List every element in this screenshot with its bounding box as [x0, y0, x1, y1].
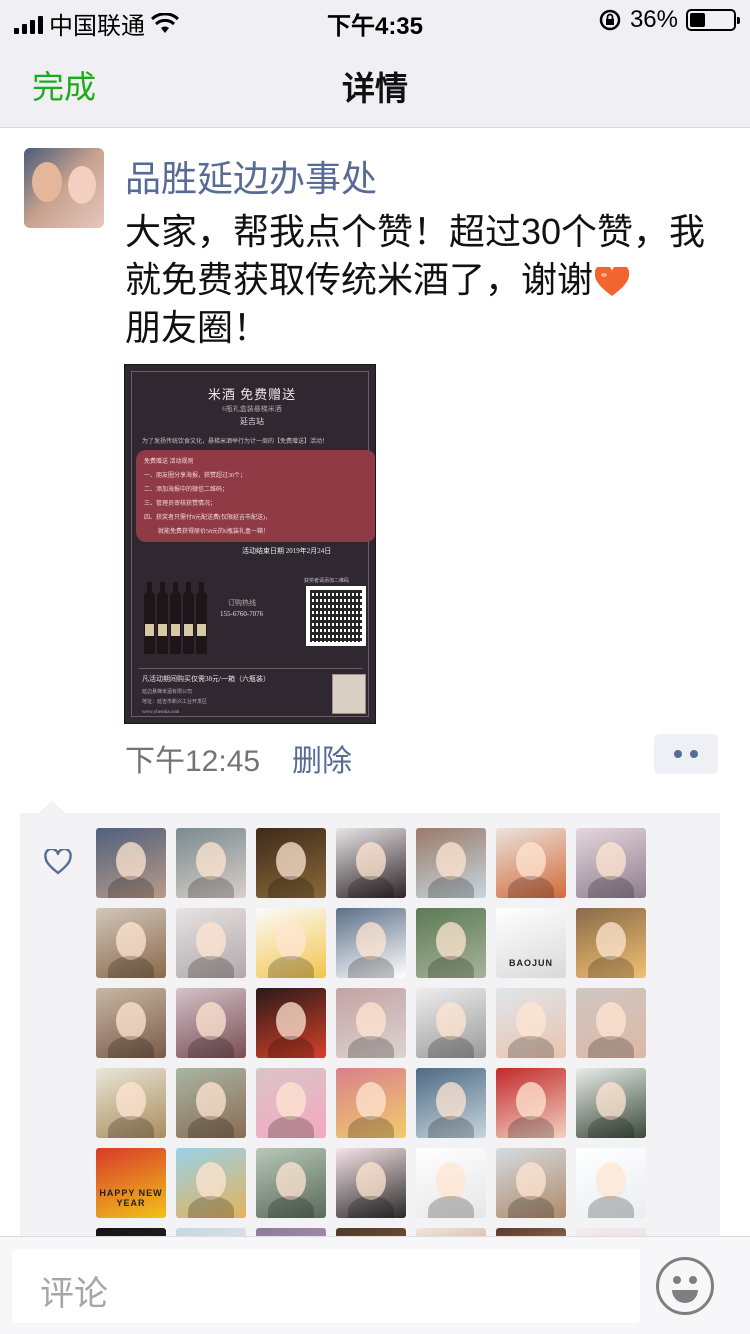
poster-rule: 三、管理员审核获赞情况；	[144, 501, 217, 507]
liker-avatar[interactable]	[576, 988, 646, 1058]
liker-avatar[interactable]	[496, 1148, 566, 1218]
liker-avatar[interactable]	[256, 828, 326, 898]
likers-grid: BAOJUN HAPPY NEW YEAR	[96, 828, 646, 1243]
liker-avatar[interactable]	[96, 908, 166, 978]
comment-placeholder: 评论	[40, 1275, 108, 1313]
liker-avatar[interactable]	[416, 828, 486, 898]
heart-outline-icon	[44, 849, 72, 875]
poster-footer-address: 地址：延吉市新兴工业开发区	[142, 700, 208, 705]
battery-icon	[686, 9, 740, 31]
liker-avatar[interactable]	[336, 1148, 406, 1218]
liker-avatar[interactable]	[336, 828, 406, 898]
liker-avatar[interactable]	[336, 908, 406, 978]
poster-frame: 米酒 免费赠送 6瓶礼盒装悬梯米酒 延吉站 为了发扬传统饮食文化，悬梯米酒举行为…	[131, 371, 375, 717]
liker-avatar-label: HAPPY NEW YEAR	[99, 1188, 163, 1208]
poster-qr-label: 获奖者请添加二维码	[304, 579, 350, 584]
liker-avatar[interactable]	[576, 828, 646, 898]
page-title: 详情	[342, 70, 408, 107]
smiley-icon	[672, 1276, 698, 1303]
rice-wine-bottles-image	[140, 582, 212, 654]
liker-avatar[interactable]	[576, 1148, 646, 1218]
poster-rule: 免费赠送 活动规则	[144, 459, 194, 465]
post-image[interactable]: 米酒 免费赠送 6瓶礼盒装悬梯米酒 延吉站 为了发扬传统饮食文化，悬梯米酒举行为…	[124, 364, 376, 724]
poster-deadline: 活动结束日期 2019年2月24日	[242, 547, 332, 555]
poster-rule: 四、获奖者只需付8元配送费(仅限延吉市配送)，	[144, 515, 271, 521]
orange-heart-emoji-icon	[595, 267, 630, 297]
liker-avatar[interactable]	[176, 908, 246, 978]
likes-panel: BAOJUN HAPPY NEW YEAR	[20, 813, 720, 1243]
liker-avatar[interactable]	[256, 988, 326, 1058]
liker-avatar[interactable]	[336, 1068, 406, 1138]
liker-avatar[interactable]: BAOJUN	[496, 908, 566, 978]
poster-phone: 155-6760-7076	[220, 610, 264, 618]
liker-avatar[interactable]	[416, 988, 486, 1058]
status-right: 36%	[598, 6, 740, 34]
poster-rule: 一、朋友圈分享海报，获赞超过30个；	[144, 473, 247, 479]
liker-avatar[interactable]	[576, 908, 646, 978]
post-timestamp: 下午12:45	[125, 745, 261, 778]
qr-code-icon	[306, 586, 366, 646]
author-name[interactable]: 品胜延边办事处	[125, 150, 377, 202]
liker-avatar[interactable]	[96, 988, 166, 1058]
poster-subtitle: 6瓶礼盒装悬梯米酒	[222, 405, 282, 413]
liker-avatar[interactable]	[176, 988, 246, 1058]
poster-location: 延吉站	[240, 417, 264, 426]
gift-box-image	[332, 674, 366, 714]
liker-avatar[interactable]	[96, 1068, 166, 1138]
post-text-suffix: 朋友圈！	[125, 307, 270, 348]
comment-bar: 评论	[0, 1236, 750, 1334]
poster-intro: 为了发扬传统饮食文化，悬梯米酒举行为计一周的【免费赠送】活动！	[142, 439, 329, 445]
liker-avatar[interactable]	[496, 1068, 566, 1138]
liker-avatar-label: BAOJUN	[508, 958, 553, 968]
author-avatar[interactable]	[24, 148, 104, 228]
poster-rules: 免费赠送 活动规则 一、朋友圈分享海报，获赞超过30个； 二、添加海报中的微信二…	[136, 450, 375, 542]
comment-input[interactable]: 评论	[12, 1249, 640, 1323]
poster-rule: 二、添加海报中的微信二维码；	[144, 487, 229, 493]
poster-title: 米酒 免费赠送	[207, 387, 297, 402]
likes-pointer	[38, 800, 66, 814]
liker-avatar[interactable]	[416, 908, 486, 978]
poster-divider	[138, 668, 362, 669]
liker-avatar[interactable]	[496, 828, 566, 898]
emoji-button[interactable]	[656, 1257, 714, 1315]
delete-button[interactable]: 删除	[292, 736, 352, 780]
liker-avatar[interactable]	[336, 988, 406, 1058]
poster-footer-price: 凡活动期间购买仅需38元/一箱（六瓶装）	[142, 675, 270, 683]
liker-avatar[interactable]	[256, 908, 326, 978]
rotation-lock-icon	[599, 9, 621, 31]
liker-avatar[interactable]	[496, 988, 566, 1058]
liker-avatar[interactable]	[416, 1068, 486, 1138]
liker-avatar[interactable]	[256, 1148, 326, 1218]
poster-hotline-label: 订购热线	[228, 599, 256, 607]
battery-percent: 36%	[629, 6, 678, 33]
status-bar: 中国联通 下午4:35 36%	[0, 0, 750, 40]
liker-avatar[interactable]	[176, 1068, 246, 1138]
liker-avatar[interactable]	[256, 1068, 326, 1138]
liker-avatar[interactable]	[576, 1068, 646, 1138]
liker-avatar[interactable]: HAPPY NEW YEAR	[96, 1148, 166, 1218]
nav-bar: 完成 详情	[0, 40, 750, 128]
liker-avatar[interactable]	[96, 828, 166, 898]
more-actions-button[interactable]	[654, 734, 718, 774]
poster-footer-site: www.yheoma.com	[142, 710, 180, 715]
post-text: 大家，帮我点个赞！超过30个赞，我就免费获取传统米酒了，谢谢 朋友圈！	[125, 208, 735, 352]
liker-avatar[interactable]	[176, 1148, 246, 1218]
poster-footer-company: 延边悬梯米酒有限公司	[142, 690, 193, 695]
poster-rule: 就能免费获得原价58元的6瓶装礼盒一箱！	[158, 529, 270, 535]
liker-avatar[interactable]	[176, 828, 246, 898]
liker-avatar[interactable]	[416, 1148, 486, 1218]
